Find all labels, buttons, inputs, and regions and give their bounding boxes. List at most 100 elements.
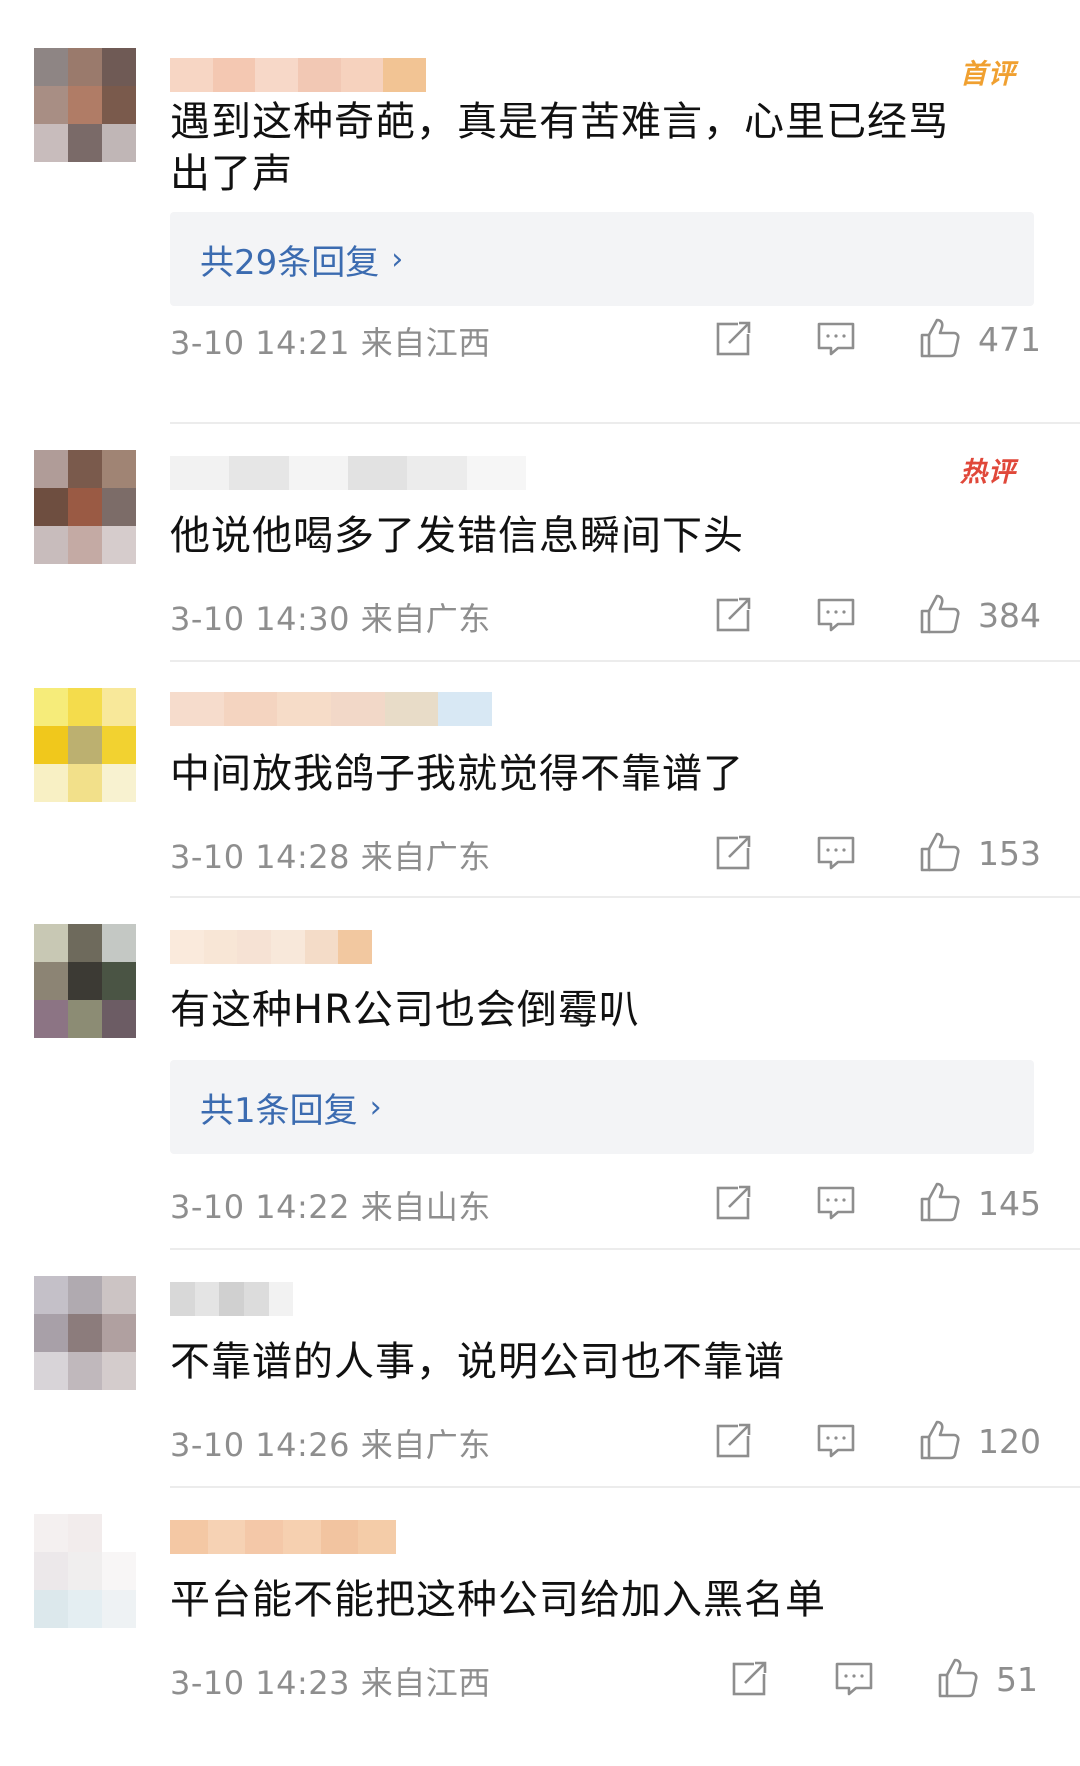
username-pixel — [268, 1282, 294, 1316]
username-blurred[interactable] — [170, 1282, 319, 1316]
avatar[interactable] — [34, 1514, 136, 1628]
avatar-pixel — [34, 48, 68, 86]
share-icon[interactable] — [712, 316, 756, 360]
username-pixel — [331, 692, 385, 726]
avatar-pixel — [34, 924, 68, 962]
like-icon[interactable] — [918, 592, 962, 636]
reply-icon[interactable] — [814, 316, 858, 360]
avatar-pixel — [68, 962, 102, 1000]
avatar-pixel — [102, 124, 136, 162]
like-icon[interactable] — [918, 1180, 962, 1224]
like-count: 384 — [978, 596, 1041, 635]
avatar-pixel — [34, 688, 68, 726]
comment-text: 遇到这种奇葩，真是有苦难言，心里已经骂出了声 — [170, 99, 949, 197]
username-pixel — [170, 58, 213, 92]
avatar-pixel — [34, 1000, 68, 1038]
comment-text: 不靠谱的人事，说明公司也不靠谱 — [170, 1339, 785, 1385]
username-pixel — [207, 1520, 246, 1554]
avatar-pixel — [68, 1514, 102, 1552]
avatar-pixel — [68, 1352, 102, 1390]
avatar-pixel — [102, 1552, 136, 1590]
username-pixel — [384, 692, 439, 726]
like-icon[interactable] — [918, 316, 962, 360]
avatar[interactable] — [34, 48, 136, 162]
share-icon[interactable] — [712, 592, 756, 636]
avatar-pixel — [34, 726, 68, 764]
view-replies-button[interactable]: 共29条回复 › — [170, 212, 1034, 306]
username-pixel — [170, 1520, 208, 1554]
like-icon[interactable] — [918, 1418, 962, 1462]
avatar[interactable] — [34, 688, 136, 802]
username-pixel — [293, 1282, 319, 1316]
avatar-pixel — [68, 124, 102, 162]
hot-comment-badge: 热评 — [960, 457, 1016, 488]
comment-actions: 120 — [0, 1418, 1080, 1466]
avatar-pixel — [68, 450, 102, 488]
like-count: 153 — [978, 834, 1041, 873]
avatar-pixel — [68, 1276, 102, 1314]
avatar-pixel — [102, 1314, 136, 1352]
username-blurred[interactable] — [170, 692, 493, 726]
avatar-pixel — [68, 526, 102, 564]
avatar-pixel — [68, 488, 102, 526]
like-icon[interactable] — [918, 830, 962, 874]
username-pixel — [438, 692, 493, 726]
username-blurred[interactable] — [170, 456, 526, 490]
avatar-pixel — [68, 86, 102, 124]
username-pixel — [271, 930, 305, 964]
username-pixel — [283, 1520, 321, 1554]
avatar-pixel — [102, 924, 136, 962]
share-icon[interactable] — [728, 1656, 772, 1700]
reply-icon[interactable] — [832, 1656, 876, 1700]
avatar-pixel — [34, 1276, 68, 1314]
comment-text: 有这种HR公司也会倒霉叭 — [170, 987, 640, 1033]
divider — [170, 1248, 1080, 1250]
avatar[interactable] — [34, 1276, 136, 1390]
avatar[interactable] — [34, 450, 136, 564]
username-pixel — [320, 1520, 359, 1554]
like-icon[interactable] — [936, 1656, 980, 1700]
username-pixel — [338, 930, 373, 964]
avatar-pixel — [102, 1590, 136, 1628]
comment-text: 中间放我鸽子我就觉得不靠谱了 — [170, 751, 744, 797]
avatar-pixel — [68, 726, 102, 764]
view-replies-button[interactable]: 共1条回复 › — [170, 1060, 1034, 1154]
username-pixel — [237, 930, 272, 964]
first-comment-badge: 首评 — [960, 59, 1016, 90]
avatar-pixel — [68, 1000, 102, 1038]
username-pixel — [358, 1520, 397, 1554]
comment-actions: 145 — [0, 1180, 1080, 1228]
avatar-pixel — [102, 1000, 136, 1038]
reply-icon[interactable] — [814, 1418, 858, 1462]
username-pixel — [170, 1282, 195, 1316]
comment-actions: 51 — [0, 1656, 1080, 1704]
share-icon[interactable] — [712, 830, 756, 874]
chevron-right-icon: › — [391, 241, 404, 277]
avatar-pixel — [34, 1514, 68, 1552]
divider — [170, 660, 1080, 662]
avatar[interactable] — [34, 924, 136, 1038]
reply-icon[interactable] — [814, 1180, 858, 1224]
username-blurred[interactable] — [170, 58, 427, 92]
username-pixel — [245, 1520, 284, 1554]
username-pixel — [170, 456, 230, 490]
share-icon[interactable] — [712, 1180, 756, 1224]
avatar-pixel — [68, 688, 102, 726]
divider — [170, 896, 1080, 898]
username-blurred[interactable] — [170, 930, 373, 964]
avatar-pixel — [68, 1314, 102, 1352]
share-icon[interactable] — [712, 1418, 756, 1462]
avatar-pixel — [34, 450, 68, 488]
replies-count-label: 共29条回复 — [200, 242, 380, 283]
avatar-pixel — [102, 86, 136, 124]
reply-icon[interactable] — [814, 830, 858, 874]
username-pixel — [288, 456, 348, 490]
avatar-pixel — [102, 450, 136, 488]
username-blurred[interactable] — [170, 1520, 397, 1554]
like-count: 471 — [978, 320, 1041, 359]
avatar-pixel — [34, 488, 68, 526]
reply-icon[interactable] — [814, 592, 858, 636]
username-pixel — [223, 692, 278, 726]
avatar-pixel — [102, 1352, 136, 1390]
username-pixel — [347, 456, 408, 490]
